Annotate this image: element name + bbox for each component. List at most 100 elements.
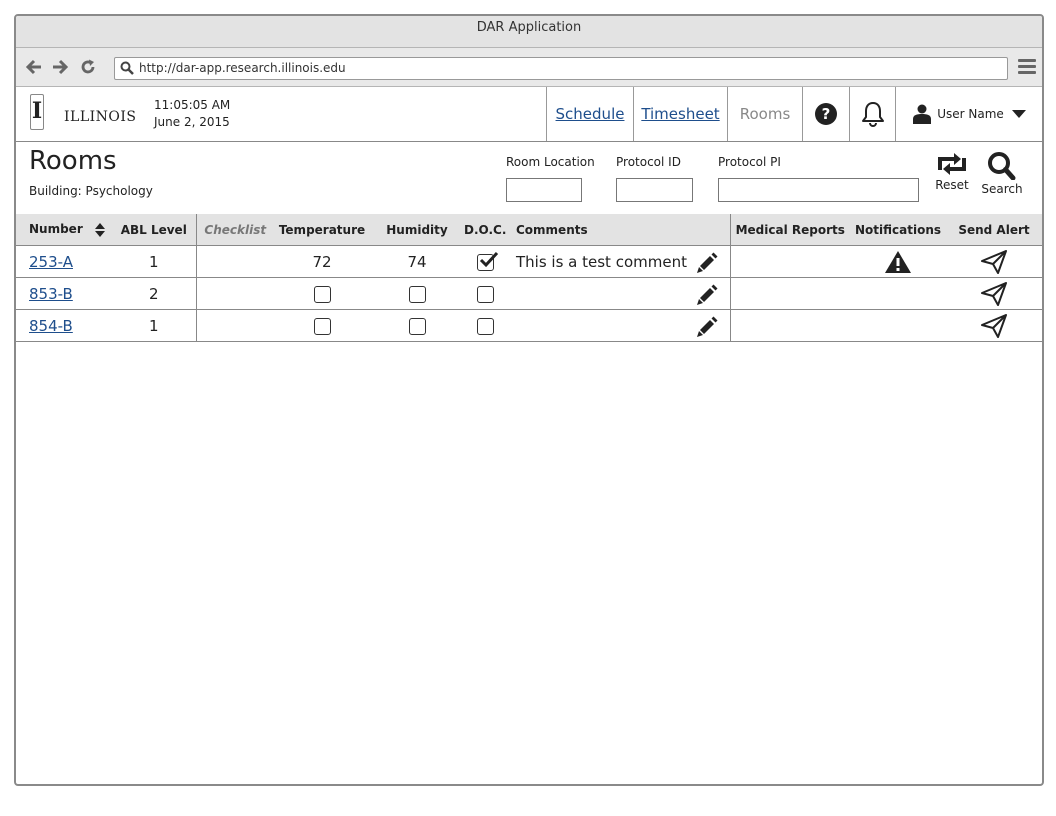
- nav-timesheet-link[interactable]: Timesheet: [641, 105, 719, 123]
- column-comments: Comments: [506, 214, 731, 246]
- humidity-value[interactable]: 74: [370, 245, 464, 278]
- page-title: Rooms: [29, 146, 117, 176]
- warning-icon[interactable]: [885, 250, 911, 273]
- user-icon: [913, 104, 932, 124]
- abl-level: 2: [112, 277, 197, 310]
- column-humidity: Humidity: [370, 214, 464, 246]
- paper-plane-icon[interactable]: [981, 313, 1007, 338]
- rooms-table: Number ABL Level Checklist Temperature H…: [16, 214, 1042, 342]
- room-number[interactable]: 853-B: [16, 277, 112, 310]
- nav-rooms-label: Rooms: [739, 105, 791, 123]
- forward-arrow-icon[interactable]: [50, 58, 70, 78]
- reload-icon[interactable]: [78, 58, 98, 78]
- column-abl-level: ABL Level: [112, 214, 197, 246]
- checklist-cell: [196, 277, 274, 310]
- retweet-icon: [938, 153, 966, 175]
- abl-level: 1: [112, 245, 197, 278]
- notification-cell: [850, 309, 946, 342]
- svg-text:?: ?: [822, 105, 831, 123]
- search-icon: [988, 152, 1016, 180]
- window-title: DAR Application: [16, 16, 1042, 48]
- doc-checkbox[interactable]: [476, 285, 494, 303]
- comment-cell: [506, 277, 731, 310]
- bell-icon: [861, 102, 884, 127]
- protocol-pi-label: Protocol PI: [718, 155, 781, 169]
- humidity-checkbox[interactable]: [408, 317, 426, 335]
- send-alert-cell: [946, 309, 1042, 342]
- back-arrow-icon[interactable]: [24, 58, 44, 78]
- help-button[interactable]: ?: [802, 87, 849, 141]
- pencil-icon[interactable]: [696, 252, 718, 274]
- address-bar[interactable]: [114, 57, 1008, 80]
- room-link[interactable]: 853-B: [29, 285, 73, 303]
- url-input[interactable]: [139, 58, 999, 77]
- nav-schedule[interactable]: Schedule: [546, 87, 633, 141]
- browser-window: DAR Application I ILLINOIS 11:05:05 AM J…: [14, 14, 1044, 786]
- medical-reports-cell: [730, 309, 850, 342]
- send-alert-cell: [946, 245, 1042, 278]
- room-link[interactable]: 253-A: [29, 253, 73, 271]
- table-row: 853-B 2: [16, 277, 1042, 310]
- sort-icon[interactable]: [94, 222, 105, 237]
- page-header: Rooms Building: Psychology Room Location…: [16, 142, 1042, 215]
- temperature-checkbox[interactable]: [313, 285, 331, 303]
- temperature-cell: [274, 277, 370, 310]
- reset-label: Reset: [935, 178, 969, 192]
- user-name: User Name: [937, 107, 1004, 121]
- illinois-logo: I: [30, 94, 44, 130]
- temperature-checkbox[interactable]: [313, 317, 331, 335]
- column-checklist: Checklist: [196, 214, 274, 246]
- checklist-cell: [196, 309, 274, 342]
- room-location-label: Room Location: [506, 155, 595, 169]
- logo-text: ILLINOIS: [64, 109, 137, 125]
- app-header: I ILLINOIS 11:05:05 AM June 2, 2015 Sche…: [16, 87, 1042, 142]
- abl-level: 1: [112, 309, 197, 342]
- paper-plane-icon[interactable]: [981, 281, 1007, 306]
- notification-cell: [850, 245, 946, 278]
- room-link[interactable]: 854-B: [29, 317, 73, 335]
- reset-button[interactable]: Reset: [934, 152, 970, 192]
- question-icon: ?: [815, 103, 837, 125]
- column-doc: D.O.C.: [464, 214, 506, 246]
- pencil-icon[interactable]: [696, 284, 718, 306]
- humidity-checkbox[interactable]: [408, 285, 426, 303]
- chevron-down-icon: [1011, 110, 1026, 118]
- doc-cell: [464, 277, 506, 310]
- hamburger-menu-icon[interactable]: [1018, 59, 1036, 75]
- nav-schedule-link[interactable]: Schedule: [556, 105, 625, 123]
- humidity-cell: [370, 309, 464, 342]
- checklist-cell: [196, 245, 274, 278]
- room-number[interactable]: 253-A: [16, 245, 112, 278]
- pencil-icon[interactable]: [696, 316, 718, 338]
- table-row: 253-A 1 72 74 This is a test comment: [16, 245, 1042, 278]
- nav-timesheet[interactable]: Timesheet: [633, 87, 727, 141]
- room-location-input[interactable]: [506, 178, 582, 202]
- table-row: 854-B 1: [16, 309, 1042, 342]
- search-button[interactable]: Search: [980, 152, 1024, 196]
- medical-reports-cell: [730, 245, 850, 278]
- comment-cell: This is a test comment: [506, 245, 731, 278]
- doc-checkbox-checked[interactable]: [476, 251, 498, 271]
- protocol-pi-input[interactable]: [718, 178, 919, 202]
- nav-rooms[interactable]: Rooms: [727, 87, 802, 141]
- notifications-button[interactable]: [849, 87, 895, 141]
- column-notifications: Notifications: [850, 214, 946, 246]
- current-time: 11:05:05 AM: [154, 98, 231, 112]
- column-send-alert: Send Alert: [946, 214, 1042, 246]
- protocol-id-label: Protocol ID: [616, 155, 681, 169]
- temperature-value[interactable]: 72: [274, 245, 370, 278]
- doc-checkbox[interactable]: [476, 317, 494, 335]
- current-date: June 2, 2015: [154, 115, 230, 129]
- room-number[interactable]: 854-B: [16, 309, 112, 342]
- protocol-id-input[interactable]: [616, 178, 693, 202]
- column-medical-reports: Medical Reports: [730, 214, 850, 246]
- temperature-cell: [274, 309, 370, 342]
- column-number[interactable]: Number: [16, 214, 112, 246]
- search-icon: [120, 61, 134, 75]
- check-icon: [479, 251, 498, 267]
- paper-plane-icon[interactable]: [981, 249, 1007, 274]
- medical-reports-cell: [730, 277, 850, 310]
- notification-cell: [850, 277, 946, 310]
- user-menu[interactable]: User Name: [895, 87, 1042, 141]
- comment-text: This is a test comment: [516, 252, 687, 271]
